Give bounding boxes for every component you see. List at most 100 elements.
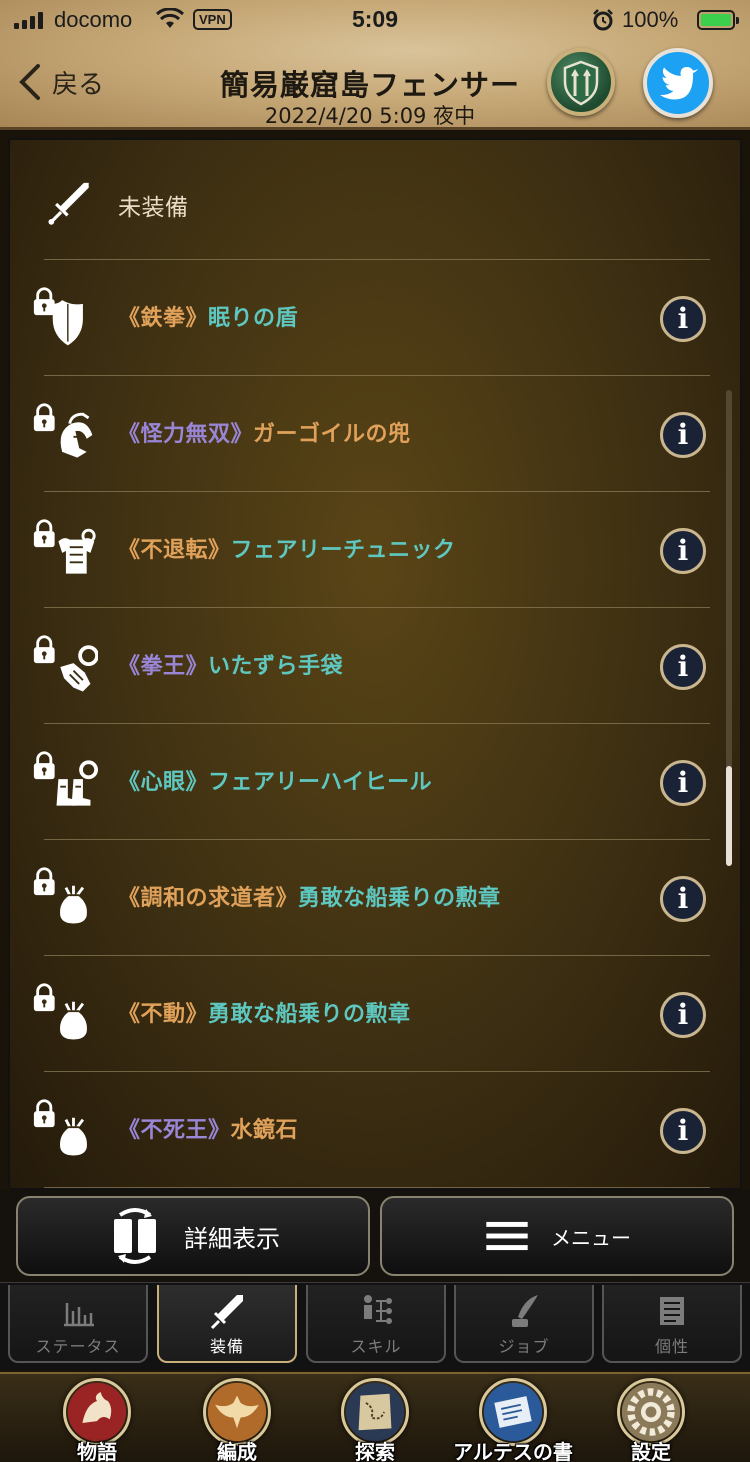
- equipment-slot[interactable]: 《拳王》いたずら手袋: [10, 608, 740, 724]
- alarm-icon: [593, 9, 613, 31]
- lock-icon: [33, 867, 55, 896]
- lock-icon: [33, 635, 55, 664]
- nav-label: 探索: [355, 1440, 395, 1462]
- equipment-slot[interactable]: 《調和の求道者》勇敢な船乗りの勲章: [10, 840, 740, 956]
- equipment-name: 眠りの盾: [208, 306, 299, 331]
- accessory-bag-icon: [33, 867, 87, 924]
- equipment-slot[interactable]: 《不動》勇敢な船乗りの勲章: [10, 956, 740, 1072]
- hamburger-menu-icon: [486, 1221, 528, 1251]
- back-label: 戻る: [52, 69, 105, 100]
- tab-label: ジョブ: [498, 1337, 550, 1356]
- nav-label: 編成: [217, 1440, 257, 1462]
- letter-icon: [483, 1382, 543, 1442]
- equipment-prefix: 《拳王》: [118, 654, 209, 679]
- equipment-slot[interactable]: 《怪力無双》ガーゴイルの兜: [10, 376, 740, 492]
- lock-icon: [33, 287, 55, 316]
- tab-quill[interactable]: ジョブ: [454, 1285, 594, 1363]
- accessory-bag-icon: [33, 983, 87, 1040]
- quill-icon: [512, 1295, 538, 1327]
- tab-scroll[interactable]: 個性: [602, 1285, 742, 1363]
- equipment-prefix: 《不死王》: [118, 1118, 231, 1143]
- equipment-label: 《不退転》フェアリーチュニック: [118, 532, 456, 564]
- tab-label: 装備: [209, 1337, 244, 1356]
- tab-label: 個性: [654, 1337, 689, 1356]
- equipment-label: 《鉄拳》眠りの盾: [118, 300, 298, 332]
- battery-icon: [697, 10, 739, 30]
- scroll-icon: [660, 1297, 684, 1325]
- detail-view-label: 詳細表示: [184, 1224, 280, 1253]
- equipment-prefix: 《不退転》: [118, 538, 231, 563]
- lock-icon: [33, 403, 55, 432]
- equipment-label: 《拳王》いたずら手袋: [118, 648, 343, 680]
- info-button[interactable]: [660, 412, 706, 458]
- detail-view-button[interactable]: 詳細表示: [16, 1196, 370, 1276]
- equipment-label: 《怪力無双》ガーゴイルの兜: [118, 416, 411, 448]
- sword-icon: [210, 1295, 243, 1330]
- guild-emblem-button[interactable]: [547, 48, 615, 116]
- map-icon: [345, 1382, 405, 1442]
- menu-button[interactable]: メニュー: [380, 1196, 734, 1276]
- header-area: docomo VPN 5:09 100% 戻る 簡易巌窟島フェンサー 2022/…: [0, 0, 750, 130]
- eagle-crest-icon: [207, 1382, 267, 1442]
- equipment-prefix: 《鉄拳》: [118, 306, 209, 331]
- back-button[interactable]: 戻る: [16, 62, 104, 102]
- info-button[interactable]: [660, 644, 706, 690]
- divider: [44, 1187, 710, 1188]
- info-button[interactable]: [660, 296, 706, 342]
- nav-dragon[interactable]: 物語: [27, 1378, 167, 1462]
- equipment-slot[interactable]: 《不退転》フェアリーチュニック: [10, 492, 740, 608]
- equipment-prefix: 《不動》: [118, 1002, 209, 1027]
- equipment-name: 勇敢な船乗りの勲章: [208, 1002, 411, 1027]
- tab-label: スキル: [350, 1337, 402, 1356]
- weapon-label: 未装備: [118, 195, 189, 221]
- equipment-slot[interactable]: 《鉄拳》眠りの盾: [10, 260, 740, 376]
- equipment-label: 《不死王》水鏡石: [118, 1112, 298, 1144]
- equipment-prefix: 《調和の求道者》: [118, 886, 299, 911]
- twitter-button[interactable]: [643, 48, 713, 118]
- nav-gear[interactable]: 設定: [581, 1378, 721, 1462]
- gear-icon: [621, 1382, 681, 1442]
- equipment-label: 《不動》勇敢な船乗りの勲章: [118, 996, 411, 1028]
- page-title: 簡易巌窟島フェンサー: [219, 68, 520, 102]
- scrollbar[interactable]: [726, 390, 732, 866]
- equipment-prefix: 《心眼》: [118, 770, 209, 795]
- nav-label: アルテスの書: [453, 1440, 573, 1462]
- equipment-name: フェアリーチュニック: [230, 538, 456, 563]
- tab-sword[interactable]: 装備: [157, 1285, 297, 1363]
- tab-skill-tree[interactable]: スキル: [306, 1285, 446, 1363]
- equipment-prefix: 《怪力無双》: [118, 422, 254, 447]
- tab-label: ステータス: [35, 1337, 121, 1356]
- armor-icon: [33, 519, 96, 574]
- info-button[interactable]: [660, 528, 706, 574]
- info-button[interactable]: [660, 760, 706, 806]
- nav-label: 設定: [631, 1440, 671, 1462]
- bar-chart-icon: [64, 1303, 94, 1327]
- lock-icon: [33, 983, 55, 1012]
- info-button[interactable]: [660, 876, 706, 922]
- info-button[interactable]: [660, 1108, 706, 1154]
- equipment-slot-weapon[interactable]: 未装備: [10, 144, 740, 260]
- equipment-slot[interactable]: 《不死王》水鏡石: [10, 1072, 740, 1188]
- nav-eagle-crest[interactable]: 編成: [167, 1378, 307, 1462]
- equipment-name: 水鏡石: [230, 1118, 299, 1143]
- equipment-label: 《調和の求道者》勇敢な船乗りの勲章: [118, 880, 501, 912]
- battery-percent: 100%: [622, 7, 679, 32]
- equipment-name: フェアリーハイヒール: [208, 770, 433, 795]
- lock-icon: [33, 519, 55, 548]
- status-bar: docomo VPN 5:09 100%: [0, 0, 750, 40]
- info-button[interactable]: [660, 992, 706, 1038]
- tab-bar-chart[interactable]: ステータス: [8, 1285, 148, 1363]
- equipment-name: 勇敢な船乗りの勲章: [298, 886, 501, 911]
- nav-letter[interactable]: アルテスの書: [443, 1378, 583, 1462]
- boots-icon: [33, 751, 98, 806]
- bottom-nav: 物語 編成 探索 アルテスの書 設定: [0, 1372, 750, 1462]
- equipment-slot[interactable]: 《心眼》フェアリーハイヒール: [10, 724, 740, 840]
- equipment-name: いたずら手袋: [208, 654, 344, 679]
- menu-label: メニュー: [551, 1225, 631, 1250]
- scrollbar-thumb[interactable]: [726, 766, 732, 866]
- lock-icon: [33, 751, 55, 780]
- dragon-icon: [67, 1382, 127, 1442]
- shield-emblem-icon: [563, 60, 599, 106]
- shield-icon: [33, 287, 83, 346]
- nav-map[interactable]: 探索: [305, 1378, 445, 1462]
